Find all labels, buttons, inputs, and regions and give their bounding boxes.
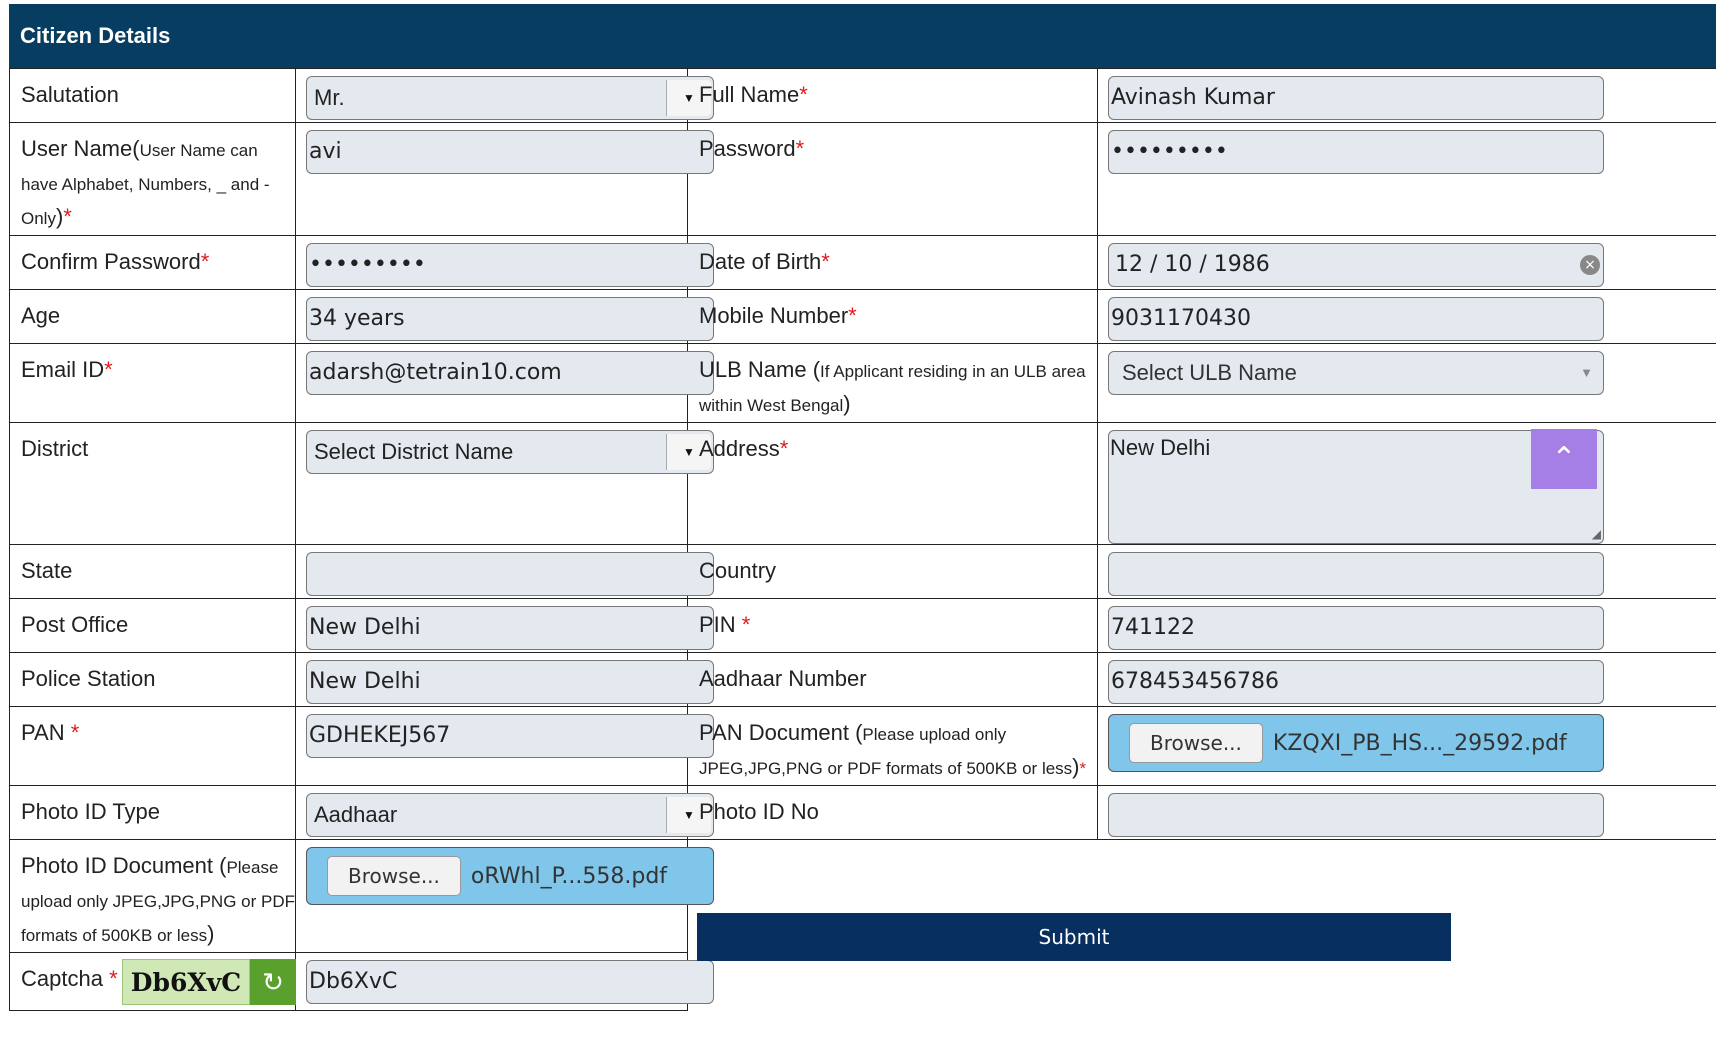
resize-handle-icon[interactable]: ◢ [1592,527,1601,541]
full-name-input[interactable]: Avinash Kumar [1108,76,1604,120]
email-label: Email ID* [9,343,296,423]
mobile-input[interactable]: 9031170430 [1108,297,1604,341]
age-input[interactable]: 34 years [306,297,714,341]
photo-id-type-select[interactable]: Aadhaar ▼ [306,793,714,837]
browse-button[interactable]: Browse... [1129,723,1263,763]
salutation-label: Salutation [9,68,296,123]
photo-id-no-input[interactable] [1108,793,1604,837]
post-office-input[interactable]: New Delhi [306,606,714,650]
user-name-input[interactable]: avi [306,130,714,174]
district-select[interactable]: Select District Name ▼ [306,430,714,474]
section-header: Citizen Details [9,4,1716,68]
photo-id-no-label: Photo ID No [687,785,1098,840]
pan-document-label: PAN Document (Please upload only JPEG,JP… [687,706,1098,786]
photo-id-document-file-input[interactable]: Browse... oRWhl_P...558.pdf [306,847,714,905]
dob-label: Date of Birth* [687,235,1098,290]
aadhaar-label: Aadhaar Number [687,652,1098,707]
captcha-input[interactable]: Db6XvC [306,960,714,1004]
citizen-details-form: Salutation Mr. ▼ Full Name* Avinash Kumar… [9,68,1716,1011]
state-label: State [9,544,296,599]
police-station-input[interactable]: New Delhi [306,660,714,704]
file-name: KZQXI_PB_HS..._29592.pdf [1272,730,1567,756]
chevron-up-icon[interactable]: ⌃ [1531,429,1597,489]
email-input[interactable]: adarsh@tetrain10.com [306,351,714,395]
salutation-select[interactable]: Mr. ▼ [306,76,714,120]
country-label: Country [687,544,1098,599]
pan-input[interactable]: GDHEKEJ567 [306,714,714,758]
captcha-image: Db6XvC [122,959,250,1005]
ulb-label: ULB Name (If Applicant residing in an UL… [687,343,1098,423]
submit-button[interactable]: Submit [697,913,1451,961]
pin-input[interactable]: 741122 [1108,606,1604,650]
user-name-label: User Name(User Name can have Alphabet, N… [9,122,296,236]
pan-document-file-input[interactable]: Browse... KZQXI_PB_HS..._29592.pdf [1108,714,1604,772]
password-input[interactable]: ••••••••• [1108,130,1604,174]
confirm-password-input[interactable]: ••••••••• [306,243,714,287]
clear-icon[interactable]: × [1580,255,1600,275]
pan-label: PAN * [9,706,296,786]
pin-label: PIN * [687,598,1098,653]
police-station-label: Police Station [9,652,296,707]
age-label: Age [9,289,296,344]
address-textarea[interactable]: New Delhi ⌃ ◢ [1108,429,1604,544]
mobile-label: Mobile Number* [687,289,1098,344]
aadhaar-input[interactable]: 678453456786 [1108,660,1604,704]
full-name-label: Full Name* [687,68,1098,123]
refresh-icon[interactable]: ↻ [250,959,296,1005]
photo-id-type-label: Photo ID Type [9,785,296,840]
state-input[interactable] [306,552,714,596]
ulb-select[interactable]: Select ULB Name ▼ [1108,351,1604,395]
password-label: Password* [687,122,1098,236]
district-label: District [9,422,296,545]
country-input[interactable] [1108,552,1604,596]
dob-input[interactable]: 12 / 10 / 1986 × [1108,243,1604,287]
caret-down-icon: ▼ [1580,365,1593,380]
address-label: Address* [687,422,1098,545]
browse-button[interactable]: Browse... [327,856,461,896]
confirm-password-label: Confirm Password* [9,235,296,290]
file-name: oRWhl_P...558.pdf [470,863,668,889]
captcha-label: Captcha * Db6XvC ↻ [9,952,296,1011]
photo-id-document-label: Photo ID Document (Please upload only JP… [9,839,296,953]
post-office-label: Post Office [9,598,296,653]
